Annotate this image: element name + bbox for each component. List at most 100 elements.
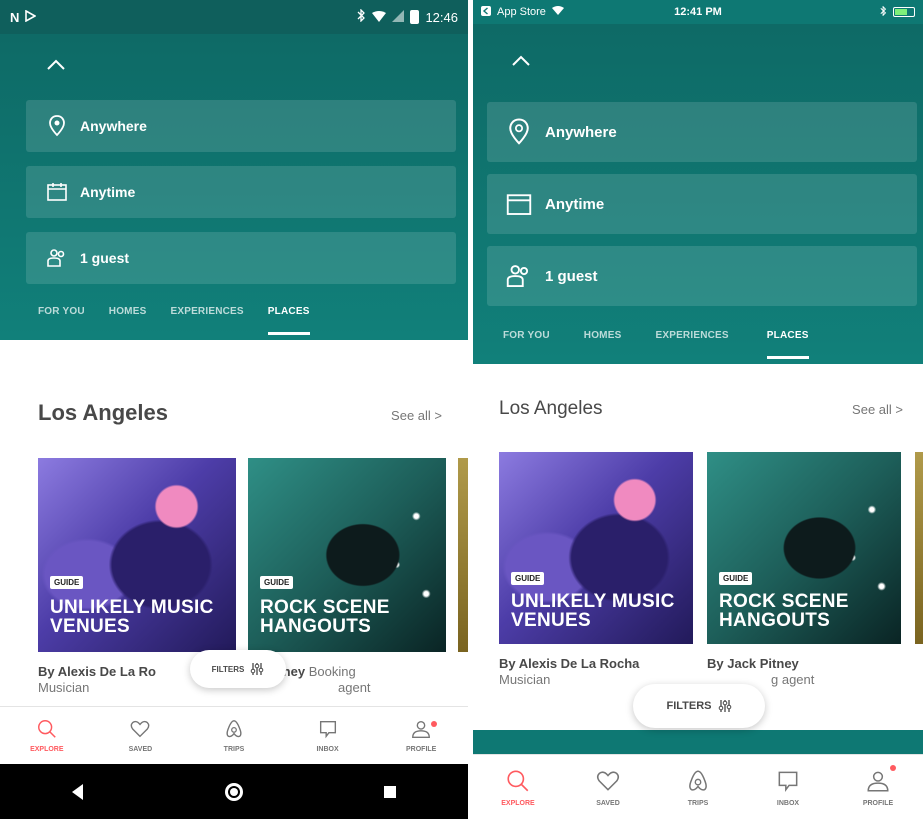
calendar-icon <box>44 180 70 204</box>
search-icon <box>507 769 529 791</box>
search-header: Anywhere Anytime 1 guest FOR YOU HOMES E… <box>0 34 468 340</box>
dates-value: Anytime <box>545 195 605 213</box>
teal-band <box>473 730 923 754</box>
tab-label: TRIPS <box>687 799 709 807</box>
guide-card-partial[interactable] <box>458 458 468 696</box>
battery-icon <box>893 7 915 17</box>
wifi-icon <box>551 6 564 18</box>
play-store-icon <box>25 9 38 25</box>
guests-icon <box>503 261 535 291</box>
recents-icon[interactable] <box>379 781 401 803</box>
section-title: Los Angeles <box>499 398 603 419</box>
see-all-link[interactable]: See all > <box>391 408 442 423</box>
chevron-up-icon[interactable] <box>38 50 74 80</box>
status-bar: App Store 12:41 PM <box>473 0 923 24</box>
tab-homes[interactable]: HOMES <box>584 330 622 341</box>
guide-badge: GUIDE <box>260 576 294 589</box>
filters-icon <box>251 663 264 675</box>
tab-label: EXPLORE <box>30 746 64 753</box>
tab-profile[interactable]: PROFILE <box>374 707 468 764</box>
dates-value: Anytime <box>80 184 136 200</box>
guests-icon <box>44 246 70 270</box>
tab-inbox[interactable]: INBOX <box>281 707 375 764</box>
notification-dot <box>889 765 896 771</box>
tab-trips[interactable]: TRIPS <box>187 707 281 764</box>
guests-value: 1 guest <box>80 250 130 266</box>
guide-badge: GUIDE <box>50 576 84 589</box>
guide-card[interactable]: GUIDE ROCK SCENE HANGOUTS By Jack Pitney… <box>707 452 901 688</box>
tab-saved[interactable]: SAVED <box>563 755 653 819</box>
card-image: GUIDE ROCK SCENE HANGOUTS <box>248 458 446 652</box>
category-tabs: FOR YOU HOMES EXPERIENCES PLACES <box>0 306 468 335</box>
bluetooth-icon <box>357 8 366 25</box>
guide-card[interactable]: GUIDE UNLIKELY MUSIC VENUES By Alexis De… <box>499 452 693 688</box>
card-image: GUIDE UNLIKELY MUSIC VENUES <box>38 458 236 652</box>
tab-label: SAVED <box>596 799 620 807</box>
signal-icon <box>392 9 405 25</box>
section-header: Los Angeles See all > <box>0 400 468 426</box>
card-title: UNLIKELY MUSIC VENUES <box>511 591 675 631</box>
android-screenshot: N 12:46 Anywhere Anytime 1 guest FOR YOU… <box>0 0 468 819</box>
back-to-app-icon[interactable] <box>481 5 491 19</box>
card-role: Booking <box>308 664 356 679</box>
location-field[interactable]: Anywhere <box>487 102 917 162</box>
chat-icon <box>778 771 798 792</box>
guests-value: 1 guest <box>545 267 598 285</box>
status-carrier[interactable]: App Store <box>497 6 546 18</box>
filters-button[interactable]: FILTERS <box>190 650 286 688</box>
airbnb-logo-icon <box>226 720 242 738</box>
card-title: ROCK SCENE HANGOUTS <box>260 597 390 637</box>
card-image <box>458 458 468 652</box>
tab-label: TRIPS <box>223 746 245 753</box>
card-image <box>915 452 923 644</box>
location-field[interactable]: Anywhere <box>26 100 456 152</box>
tab-label: EXPLORE <box>501 799 535 807</box>
airbnb-logo-icon <box>689 769 707 791</box>
android-nav-bar <box>0 764 468 819</box>
tab-places[interactable]: PLACES <box>766 330 809 359</box>
guide-card-partial[interactable] <box>915 452 923 688</box>
chevron-up-icon[interactable] <box>503 46 539 76</box>
see-all-link[interactable]: See all > <box>852 402 903 417</box>
filters-icon <box>718 700 731 712</box>
notification-dot <box>431 721 438 727</box>
tab-label: INBOX <box>316 746 339 753</box>
dates-field[interactable]: Anytime <box>487 174 917 234</box>
tab-inbox[interactable]: INBOX <box>743 755 833 819</box>
tab-trips[interactable]: TRIPS <box>653 755 743 819</box>
map-pin-icon <box>503 117 535 147</box>
map-pin-icon <box>44 114 70 138</box>
tab-explore[interactable]: EXPLORE <box>0 707 94 764</box>
search-header: Anywhere Anytime 1 guest FOR YOU HOMES E… <box>473 24 923 364</box>
tab-label: PROFILE <box>406 746 437 753</box>
tab-saved[interactable]: SAVED <box>94 707 188 764</box>
tab-for-you[interactable]: FOR YOU <box>503 330 550 341</box>
ios-screenshot: App Store 12:41 PM Anywhere Anytime 1 gu… <box>473 0 923 819</box>
card-author: By Alexis De La Ro <box>38 664 157 679</box>
tab-explore[interactable]: EXPLORE <box>473 755 563 819</box>
card-image: GUIDE UNLIKELY MUSIC VENUES <box>499 452 693 644</box>
filters-button[interactable]: FILTERS <box>633 684 765 728</box>
guide-badge: GUIDE <box>511 572 545 585</box>
search-icon <box>37 720 56 738</box>
tab-homes[interactable]: HOMES <box>109 306 147 317</box>
section-header: Los Angeles See all > <box>473 398 923 420</box>
tab-for-you[interactable]: FOR YOU <box>38 306 85 317</box>
dates-field[interactable]: Anytime <box>26 166 456 218</box>
home-icon[interactable] <box>223 781 245 803</box>
calendar-icon <box>503 189 535 219</box>
card-image: GUIDE ROCK SCENE HANGOUTS <box>707 452 901 644</box>
guests-field[interactable]: 1 guest <box>26 232 456 284</box>
tab-experiences[interactable]: EXPERIENCES <box>655 330 728 341</box>
section-title: Los Angeles <box>38 400 168 425</box>
back-icon[interactable] <box>67 781 89 803</box>
guests-field[interactable]: 1 guest <box>487 246 917 306</box>
guide-carousel: GUIDE UNLIKELY MUSIC VENUES By Alexis De… <box>499 452 923 688</box>
tab-label: SAVED <box>128 746 153 753</box>
wifi-icon <box>372 10 387 25</box>
tab-profile[interactable]: PROFILE <box>833 755 923 819</box>
heart-icon <box>596 770 620 791</box>
tab-experiences[interactable]: EXPERIENCES <box>170 306 243 317</box>
category-tabs: FOR YOU HOMES EXPERIENCES PLACES <box>473 330 923 359</box>
tab-places[interactable]: PLACES <box>267 306 310 335</box>
